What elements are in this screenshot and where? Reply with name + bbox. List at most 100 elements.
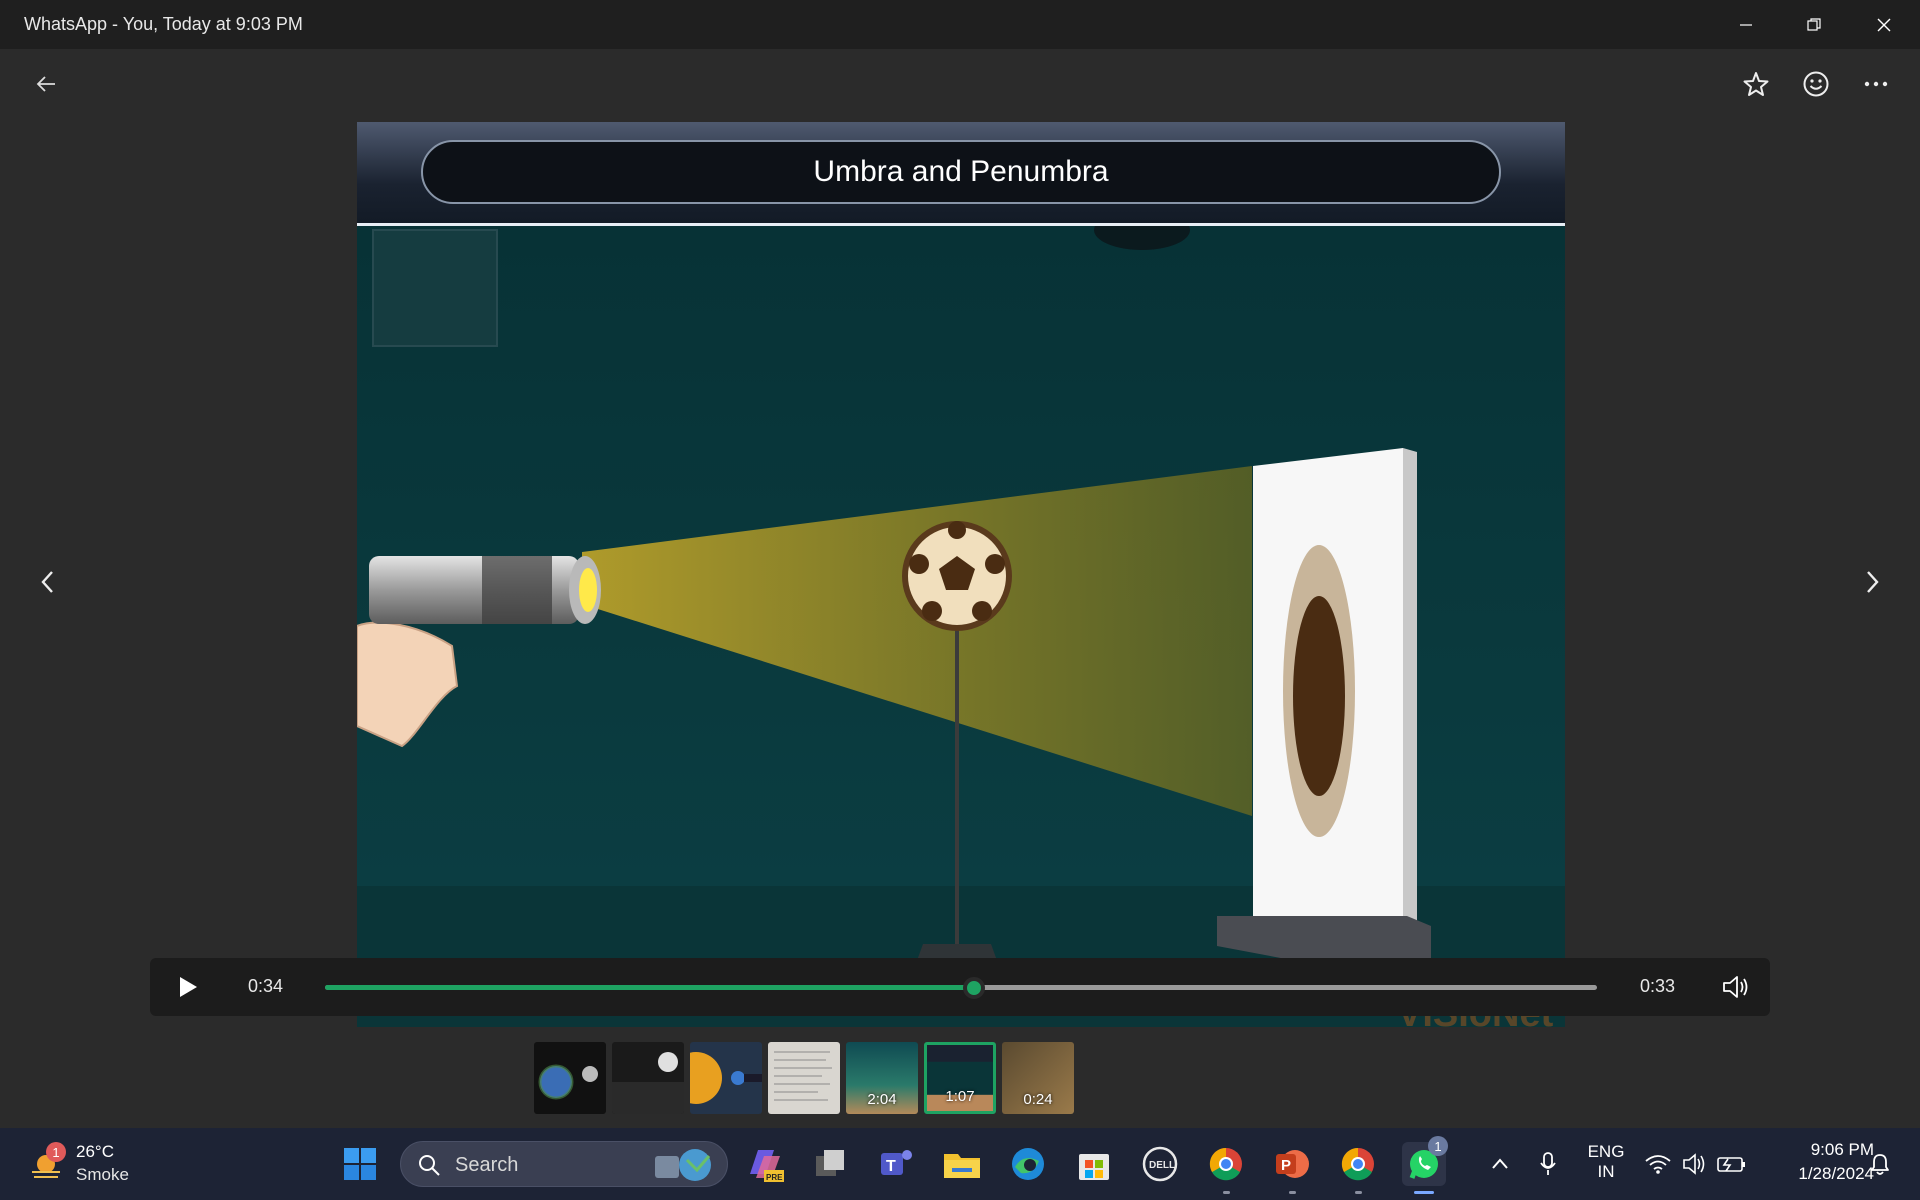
back-button[interactable]: [22, 60, 70, 108]
start-button[interactable]: [338, 1142, 382, 1186]
back-arrow-icon: [36, 76, 55, 92]
video-frame[interactable]: Umbra and Penumbra: [357, 122, 1565, 1027]
dell-icon: DELL: [1142, 1146, 1178, 1182]
next-media-button[interactable]: [1848, 558, 1896, 606]
taskbar-store[interactable]: [1072, 1142, 1116, 1186]
seek-bar[interactable]: [325, 977, 1597, 999]
language-code: ENG: [1587, 1142, 1625, 1161]
play-icon: [180, 977, 197, 997]
speaker-icon: [1723, 976, 1748, 998]
edge-icon: [1012, 1148, 1044, 1180]
thumbnail-duration: 2:04: [867, 1091, 897, 1108]
volume-button[interactable]: [1716, 967, 1756, 1007]
search-icon: [419, 1155, 440, 1176]
thumbnail-video-3[interactable]: 0:24: [1002, 1042, 1074, 1114]
title-bar: WhatsApp - You, Today at 9:03 PM: [0, 0, 1920, 49]
more-icon: [1864, 81, 1888, 87]
restore-button[interactable]: [1780, 0, 1848, 49]
quick-settings-icons: [1645, 1153, 1745, 1175]
video-title-pill: Umbra and Penumbra: [421, 140, 1501, 204]
windows-logo-icon: [344, 1148, 376, 1180]
teams-icon: T: [881, 1150, 912, 1175]
previous-media-button[interactable]: [24, 558, 72, 606]
weather-temperature: 26°C: [76, 1142, 114, 1161]
chrome-icon: [1209, 1147, 1242, 1181]
taskbar-edge[interactable]: [1006, 1142, 1050, 1186]
hand: [357, 621, 459, 748]
chevron-left-icon: [41, 571, 53, 593]
folder-icon: [944, 1154, 980, 1178]
copilot-icon: PRE: [750, 1150, 784, 1182]
taskbar-file-explorer[interactable]: [940, 1142, 984, 1186]
quick-settings-button[interactable]: [1640, 1142, 1760, 1186]
close-icon: [1877, 18, 1891, 31]
smiley-icon: [1803, 71, 1829, 97]
chevron-right-icon: [1867, 571, 1879, 593]
store-icon: [1079, 1154, 1109, 1180]
svg-text:P: P: [1281, 1157, 1291, 1174]
close-button[interactable]: [1850, 0, 1918, 49]
taskbar-chrome-1[interactable]: [1204, 1142, 1248, 1194]
thumbnail-earth-moon[interactable]: [534, 1042, 606, 1114]
current-time: 0:34: [248, 976, 284, 996]
taskbar-whatsapp[interactable]: 1: [1402, 1136, 1448, 1194]
running-indicator: [1223, 1191, 1230, 1194]
star-icon: [1743, 72, 1769, 96]
windows-taskbar: 1 26°C Smoke Search PRE T DELL P 1 ENG I…: [0, 1128, 1920, 1200]
language-region: IN: [1597, 1162, 1615, 1181]
ceiling-lamp: [1094, 226, 1190, 250]
show-hidden-icons-button[interactable]: [1478, 1142, 1522, 1186]
taskbar-task-view[interactable]: [808, 1142, 852, 1186]
thumbnail-night-moon[interactable]: [612, 1042, 684, 1114]
wall-frame: [372, 229, 498, 347]
svg-text:DELL: DELL: [1149, 1160, 1175, 1171]
remaining-time: 0:33: [1640, 976, 1676, 996]
weather-widget[interactable]: 1 26°C Smoke: [22, 1140, 142, 1188]
thumbnail-sun-earth[interactable]: [690, 1042, 762, 1114]
volume-icon: [1683, 1153, 1705, 1175]
chrome-icon: [1341, 1147, 1374, 1181]
thumbnail-duration: 1:07: [945, 1088, 975, 1105]
media-thumbnail-strip: 2:04 1:07 0:24: [534, 1042, 1074, 1114]
taskbar-chrome-2[interactable]: [1336, 1142, 1380, 1194]
language-indicator[interactable]: ENG IN: [1582, 1142, 1630, 1182]
weather-condition: Smoke: [76, 1165, 129, 1184]
wifi-icon: [1645, 1155, 1671, 1170]
minimize-button[interactable]: [1712, 0, 1780, 49]
running-indicator: [1355, 1191, 1362, 1194]
running-indicator: [1414, 1191, 1434, 1194]
taskbar-powerpoint[interactable]: P: [1270, 1142, 1314, 1194]
taskbar-search[interactable]: Search: [400, 1141, 728, 1187]
seek-bar-progress: [325, 985, 974, 990]
play-button[interactable]: [168, 967, 208, 1007]
player-controls: 0:34 0:33: [150, 958, 1770, 1016]
star-button[interactable]: [1732, 60, 1780, 108]
thumbnail-video-current[interactable]: 1:07: [924, 1042, 996, 1114]
whatsapp-media-viewer: WhatsApp - You, Today at 9:03 PM Umbra a…: [0, 0, 1920, 1200]
restore-icon: [1807, 17, 1821, 31]
thumbnail-handwritten-notes[interactable]: [768, 1042, 840, 1114]
minimize-icon: [1740, 23, 1752, 26]
window-title: WhatsApp - You, Today at 9:03 PM: [24, 14, 303, 34]
react-button[interactable]: [1792, 60, 1840, 108]
taskbar-dell[interactable]: DELL: [1138, 1142, 1182, 1186]
thumbnail-video-1[interactable]: 2:04: [846, 1042, 918, 1114]
light-beam: [582, 466, 1252, 816]
search-label: Search: [455, 1154, 519, 1176]
microphone-indicator[interactable]: [1526, 1142, 1570, 1186]
taskbar-copilot[interactable]: PRE: [742, 1142, 786, 1186]
microphone-icon: [1540, 1152, 1556, 1175]
battery-icon: [1717, 1157, 1745, 1172]
notifications-button[interactable]: [1858, 1142, 1902, 1186]
scene-illustration: VISIoNet: [357, 226, 1554, 1027]
task-view-icon: [816, 1150, 844, 1176]
taskbar-teams[interactable]: T: [874, 1142, 918, 1186]
svg-text:T: T: [886, 1158, 896, 1175]
powerpoint-icon: P: [1276, 1150, 1309, 1178]
thumbnail-duration: 0:24: [1023, 1091, 1053, 1108]
more-options-button[interactable]: [1852, 60, 1900, 108]
bell-icon: [1871, 1154, 1889, 1175]
video-heading: Umbra and Penumbra: [813, 155, 1109, 188]
seek-bar-handle[interactable]: [962, 977, 985, 999]
chevron-up-icon: [1492, 1158, 1508, 1169]
